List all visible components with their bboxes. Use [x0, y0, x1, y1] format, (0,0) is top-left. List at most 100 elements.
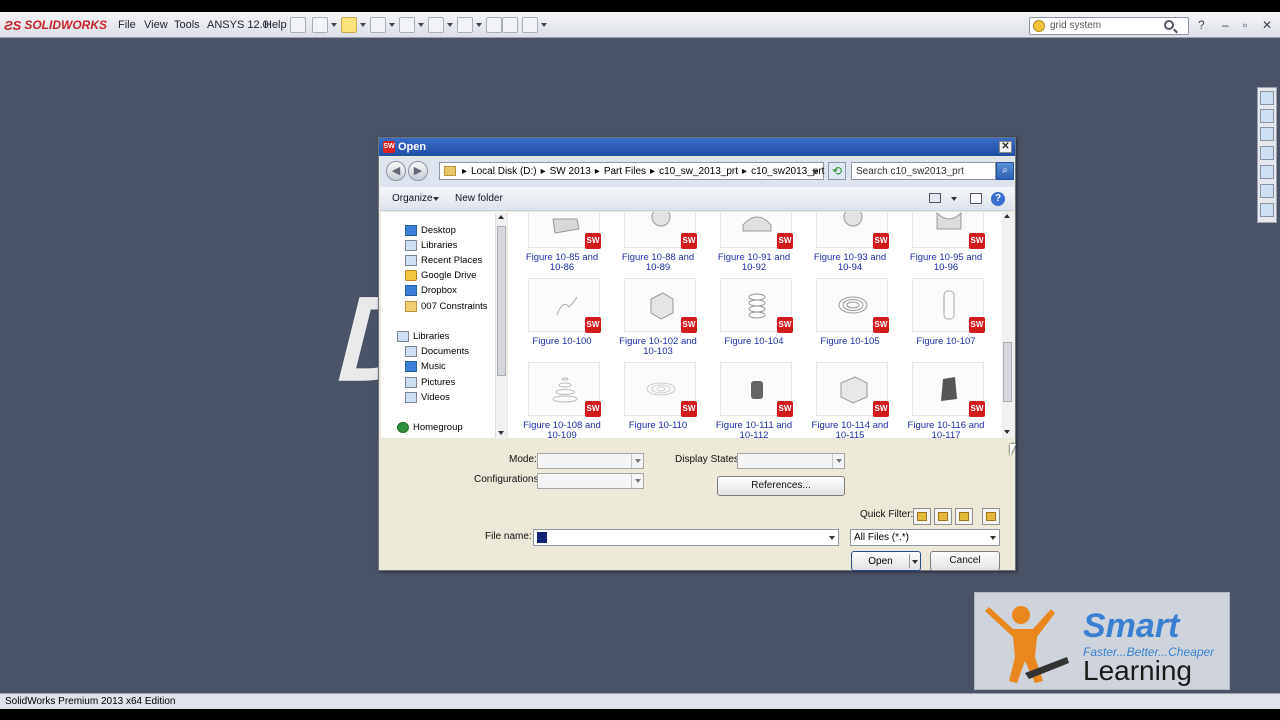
file-explorer-icon[interactable] — [1260, 146, 1274, 160]
save-icon[interactable] — [370, 17, 386, 33]
file-name-line2: 10-112 — [739, 430, 769, 439]
menu-ansys[interactable]: ANSYS 12.0 — [207, 19, 269, 31]
file-name-input[interactable] — [533, 529, 839, 546]
breadcrumb: ▸ Local Disk (D:) ▸ SW 2013 ▸ Part Files ▸ c… — [462, 166, 825, 177]
help-icon[interactable]: ? — [991, 192, 1005, 206]
search-icon[interactable] — [1164, 20, 1174, 30]
select-arrow-icon[interactable] — [457, 17, 473, 33]
back-arrow-icon[interactable]: ◀ — [386, 161, 406, 181]
configurations-label: Configurations: — [474, 474, 542, 485]
chevron-down-icon[interactable] — [360, 23, 366, 27]
scroll-up-icon[interactable] — [1004, 214, 1010, 218]
chevron-down-icon[interactable] — [812, 170, 818, 174]
pin-icon[interactable] — [290, 17, 306, 33]
breadcrumb-item[interactable]: Part Files — [604, 166, 646, 177]
scroll-down-icon[interactable] — [498, 431, 504, 435]
nav-item-documents[interactable]: Documents — [405, 346, 469, 357]
status-icons — [1154, 696, 1264, 708]
close-icon[interactable]: ✕ — [999, 141, 1012, 153]
nav-item-desktop[interactable]: Desktop — [405, 225, 456, 236]
file-properties-icon[interactable] — [502, 17, 518, 33]
nav-item-dropbox[interactable]: Dropbox — [405, 285, 457, 296]
options-icon[interactable] — [522, 17, 538, 33]
chevron-down-icon[interactable] — [912, 560, 918, 564]
nav-item-libraries[interactable]: Libraries — [405, 240, 457, 251]
chevron-down-icon[interactable] — [418, 23, 424, 27]
open-folder-icon[interactable] — [341, 17, 357, 33]
resources-icon[interactable] — [1260, 91, 1274, 105]
references-button[interactable]: References... — [717, 476, 845, 496]
print-icon[interactable] — [399, 17, 415, 33]
chevron-down-icon[interactable] — [476, 23, 482, 27]
design-library-icon[interactable] — [1260, 127, 1274, 141]
scroll-down-icon[interactable] — [1004, 430, 1010, 434]
chevron-down-icon[interactable] — [447, 23, 453, 27]
custom-properties-icon[interactable] — [1260, 203, 1274, 217]
nav-item-homegroup[interactable]: Homegroup — [397, 422, 463, 433]
change-view-icon[interactable] — [929, 193, 941, 203]
filter-assemblies-icon[interactable] — [934, 508, 952, 525]
file-type-select[interactable]: All Files (*.*) — [850, 529, 1000, 546]
mode-select[interactable] — [537, 453, 644, 469]
cancel-button[interactable]: Cancel — [930, 551, 1000, 571]
nav-item-google-drive[interactable]: Google Drive — [405, 270, 476, 281]
file-name-line2: 10-96 — [933, 262, 959, 273]
nav-scrollbar[interactable] — [495, 213, 507, 439]
part-preview-icon — [646, 382, 676, 396]
breadcrumb-item[interactable]: SW 2013 — [550, 166, 591, 177]
chevron-down-icon[interactable] — [389, 23, 395, 27]
nav-item-pictures[interactable]: Pictures — [405, 377, 455, 388]
menu-file[interactable]: File — [118, 19, 136, 31]
file-name-line2: 10-89 — [645, 262, 671, 273]
menu-view[interactable]: View — [144, 19, 168, 31]
part-thumbnail: SW — [720, 362, 793, 417]
help-icon[interactable]: ? — [1198, 18, 1205, 32]
home-icon[interactable] — [1260, 109, 1274, 123]
minimize-icon[interactable]: – — [1222, 18, 1229, 32]
new-folder-button[interactable]: New folder — [455, 193, 503, 204]
undo-icon[interactable] — [428, 17, 444, 33]
open-button[interactable]: Open — [851, 551, 921, 571]
chevron-down-icon[interactable] — [987, 530, 999, 545]
filter-parts-icon[interactable] — [913, 508, 931, 525]
nav-item-007-constraints[interactable]: 007 Constraints — [405, 301, 488, 312]
address-bar[interactable]: ▸ Local Disk (D:) ▸ SW 2013 ▸ Part Files ▸ c… — [439, 162, 824, 180]
organize-button[interactable]: Organize — [392, 193, 433, 204]
search-icon[interactable]: ⌕ — [996, 162, 1014, 180]
part-thumbnail: SW — [720, 278, 793, 333]
forward-arrow-icon[interactable]: ▶ — [408, 161, 428, 181]
display-states-select[interactable] — [737, 453, 845, 469]
filter-drawings-icon[interactable] — [955, 508, 973, 525]
appearances-icon[interactable] — [1260, 184, 1274, 198]
rebuild-icon[interactable] — [486, 17, 502, 33]
preview-pane-icon[interactable] — [970, 193, 982, 204]
refresh-icon[interactable]: ⟲ — [828, 162, 846, 180]
chevron-down-icon[interactable] — [433, 197, 439, 201]
close-icon[interactable]: ✕ — [1262, 18, 1272, 32]
chevron-down-icon[interactable] — [541, 23, 547, 27]
nav-item-videos[interactable]: Videos — [405, 392, 450, 403]
menu-help[interactable]: Help — [264, 19, 287, 31]
scroll-thumb[interactable] — [1003, 342, 1012, 402]
restore-icon[interactable]: ▫ — [1243, 18, 1247, 32]
scroll-up-icon[interactable] — [498, 215, 504, 219]
breadcrumb-item[interactable]: c10_sw_2013_prt — [659, 166, 738, 177]
dialog-search-input[interactable]: Search c10_sw2013_prt — [851, 162, 996, 180]
nav-item-libraries-group[interactable]: Libraries — [397, 331, 449, 342]
new-document-icon[interactable] — [312, 17, 328, 33]
menu-tools[interactable]: Tools — [174, 19, 200, 31]
chevron-down-icon[interactable] — [951, 197, 957, 201]
search-results-icon[interactable] — [1260, 165, 1274, 179]
file-scrollbar[interactable] — [1002, 212, 1014, 438]
breadcrumb-item[interactable]: Local Disk (D:) — [471, 166, 537, 177]
filter-top-level-icon[interactable] — [982, 508, 1000, 525]
nav-item-music[interactable]: Music — [405, 361, 446, 372]
configurations-select[interactable] — [537, 473, 644, 489]
search-commands-input[interactable]: grid system — [1029, 17, 1189, 35]
nav-item-recent-places[interactable]: Recent Places — [405, 255, 482, 266]
part-thumbnail: SW — [912, 278, 985, 333]
file-name-line2: 10-92 — [741, 262, 767, 273]
scroll-thumb[interactable] — [497, 226, 506, 376]
chevron-down-icon[interactable] — [826, 530, 838, 545]
chevron-down-icon[interactable] — [331, 23, 337, 27]
